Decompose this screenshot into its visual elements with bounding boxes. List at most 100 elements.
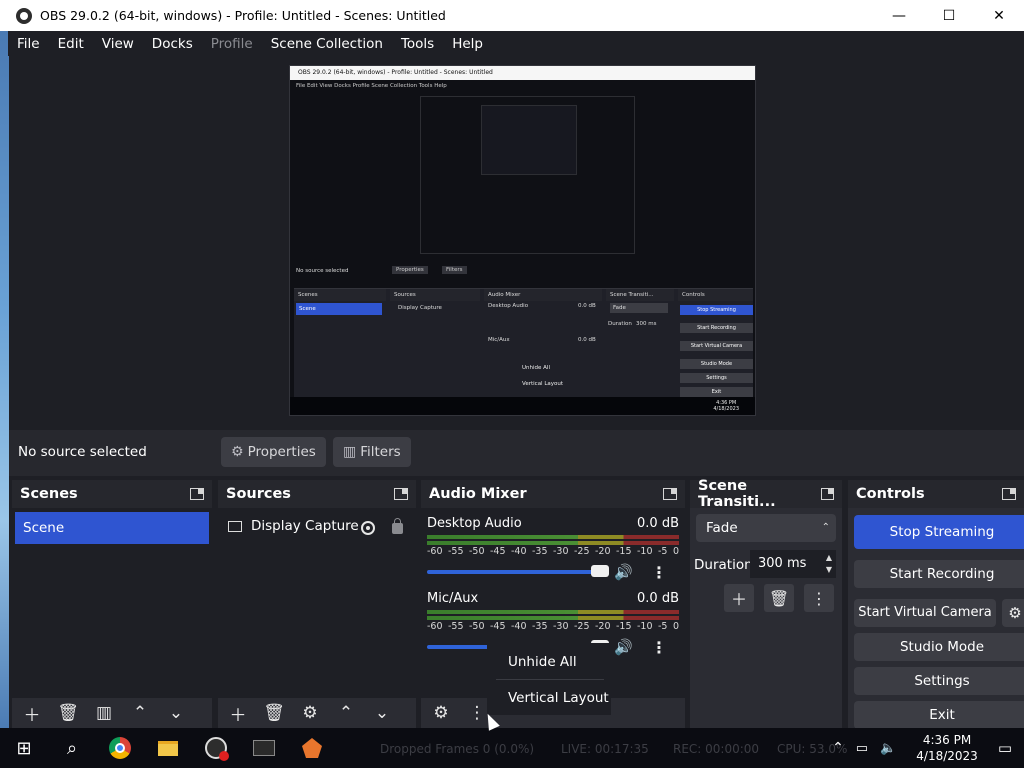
source-properties-button[interactable]: ⚙ (298, 701, 322, 725)
unhide-all-menu-item[interactable]: Unhide All (488, 644, 610, 680)
meter-scale: -60 -55 -50 -45 -40 -35 -30 -25 -20 -15 -10 -5 0 (427, 621, 679, 632)
vertical-layout-menu-item[interactable]: Vertical Layout (488, 680, 610, 716)
properties-button[interactable]: ⚙ Properties (221, 437, 326, 467)
speaker-icon[interactable]: 🔊 (614, 563, 633, 581)
menu-view[interactable]: View (93, 36, 143, 52)
mirror-mic-db: 0.0 dB (578, 337, 596, 343)
stop-streaming-button[interactable]: Stop Streaming (854, 515, 1024, 549)
maximize-button[interactable]: ☐ (924, 0, 974, 31)
clock-time: 4:36 PM (922, 733, 972, 747)
search-icon[interactable]: ⌕ (48, 728, 96, 768)
obs-taskbar-icon[interactable] (192, 728, 240, 768)
mirror-stop-streaming: Stop Streaming (680, 305, 753, 315)
move-source-up-button[interactable]: ⌃ (334, 701, 358, 725)
move-scene-up-button[interactable]: ⌃ (128, 701, 152, 725)
sources-list[interactable]: Display Capture (218, 508, 416, 728)
app-fox-icon[interactable] (288, 728, 336, 768)
move-source-down-button[interactable]: ⌄ (370, 701, 394, 725)
scenes-list[interactable]: Scene (12, 508, 212, 728)
mirror-filters: Filters (442, 266, 467, 274)
menu-file[interactable]: File (8, 36, 49, 52)
chrome-icon[interactable] (96, 728, 144, 768)
sources-dock-header: Sources (218, 480, 416, 508)
exit-button[interactable]: Exit (854, 701, 1024, 729)
source-item[interactable]: Display Capture (228, 514, 408, 538)
filters-button[interactable]: ▥ Filters (333, 437, 411, 467)
transition-properties-button[interactable]: ⋮ (804, 584, 834, 612)
notification-icon[interactable]: ▭ (992, 739, 1024, 757)
channel-name: Mic/Aux (427, 591, 479, 606)
undock-icon[interactable] (663, 488, 677, 500)
menu-docks[interactable]: Docks (143, 36, 202, 52)
more-options-icon[interactable]: ⋮ (651, 638, 667, 657)
audio-mixer-header: Audio Mixer (421, 480, 685, 508)
network-icon[interactable]: ▭ (850, 741, 874, 756)
visibility-eye-icon[interactable] (361, 521, 375, 535)
scene-filters-button[interactable]: ▥ (92, 701, 116, 725)
spin-arrows-icon[interactable]: ▲ ▼ (826, 552, 832, 576)
speaker-icon[interactable]: 🔊 (614, 638, 633, 656)
scenes-title: Scenes (20, 486, 78, 502)
start-virtual-camera-button[interactable]: Start Virtual Camera (854, 599, 996, 627)
duration-spinbox[interactable]: 300 ms ▲ ▼ (750, 550, 836, 578)
add-transition-button[interactable]: ＋ (724, 584, 754, 612)
advanced-audio-gear-button[interactable]: ⚙ (429, 701, 453, 725)
remove-scene-button[interactable]: 🗑 (56, 701, 80, 725)
system-tray: ⌃ ▭ 🔈 4:36 PM 4/18/2023 ▭ (826, 728, 1024, 768)
mirror-controls-header: Controls (678, 289, 753, 301)
volume-slider[interactable] (427, 570, 602, 574)
close-button[interactable]: ✕ (974, 0, 1024, 31)
volume-meter (427, 535, 679, 545)
menu-scene-collection[interactable]: Scene Collection (262, 36, 392, 52)
mixer-context-menu: Unhide All Vertical Layout (487, 643, 611, 715)
sources-dock: Sources Display Capture ＋ 🗑 ⚙ ⌃ ⌄ (218, 480, 416, 728)
preview-canvas[interactable]: OBS 29.0.2 (64-bit, windows) - Profile: … (289, 65, 756, 416)
scenes-toolbar: ＋ 🗑 ▥ ⌃ ⌄ (12, 698, 212, 728)
title-bar: OBS 29.0.2 (64-bit, windows) - Profile: … (0, 0, 1024, 31)
add-source-button[interactable]: ＋ (226, 701, 250, 726)
minimize-button[interactable]: — (874, 0, 924, 31)
virtual-camera-settings-gear-icon[interactable]: ⚙ (1002, 599, 1024, 627)
remove-source-button[interactable]: 🗑 (262, 701, 286, 725)
undock-icon[interactable] (1002, 488, 1016, 500)
studio-mode-button[interactable]: Studio Mode (854, 633, 1024, 661)
volume-icon[interactable]: 🔈 (874, 741, 902, 756)
mirror-studio-mode: Studio Mode (680, 359, 753, 369)
undock-icon[interactable] (190, 488, 204, 500)
windows-start-icon[interactable]: ⊞ (0, 728, 48, 768)
mirror-desktop-audio: Desktop Audio (488, 303, 529, 309)
transition-select[interactable]: Fade ⌃⌄ (696, 514, 836, 561)
remove-transition-button[interactable]: 🗑 (764, 584, 794, 612)
undock-icon[interactable] (394, 488, 408, 500)
mirror-clock-date: 4/18/2023 (713, 406, 739, 412)
more-options-icon[interactable]: ⋮ (651, 563, 667, 582)
file-explorer-icon[interactable] (144, 728, 192, 768)
monitor-icon (228, 520, 242, 532)
settings-button[interactable]: Settings (854, 667, 1024, 695)
mirror-clock: 4:36 PM 4/18/2023 (713, 400, 739, 412)
chevron-up-icon[interactable]: ⌃ (826, 740, 850, 756)
start-recording-button[interactable]: Start Recording (854, 560, 1024, 588)
scene-item[interactable]: Scene (15, 512, 209, 544)
mirror-nested-preview-2 (481, 105, 577, 175)
menu-edit[interactable]: Edit (49, 36, 93, 52)
mirror-taskbar: 4:36 PM 4/18/2023 (290, 397, 755, 415)
dropped-frames-status: Dropped Frames 0 (0.0%) (380, 742, 535, 756)
volume-slider-handle[interactable] (591, 565, 609, 577)
clock[interactable]: 4:36 PM 4/18/2023 (902, 732, 992, 764)
mirror-sources-header: Sources (390, 289, 480, 301)
mirror-no-source: No source selected (296, 268, 349, 274)
channel-db: 0.0 dB (637, 516, 679, 531)
controls-title: Controls (856, 486, 925, 502)
menu-help[interactable]: Help (443, 36, 492, 52)
scene-transitions-dock: Scene Transiti... Fade ⌃⌄ Duration 300 m… (690, 478, 842, 728)
add-scene-button[interactable]: ＋ (20, 701, 44, 726)
menu-tools[interactable]: Tools (392, 36, 443, 52)
undock-icon[interactable] (820, 488, 835, 500)
menu-profile[interactable]: Profile (202, 36, 262, 52)
lock-icon[interactable] (392, 518, 403, 534)
mirror-mic-aux: Mic/Aux (488, 337, 510, 343)
mirror-start-recording: Start Recording (680, 323, 753, 333)
terminal-icon[interactable] (240, 728, 288, 768)
move-scene-down-button[interactable]: ⌄ (164, 701, 188, 725)
